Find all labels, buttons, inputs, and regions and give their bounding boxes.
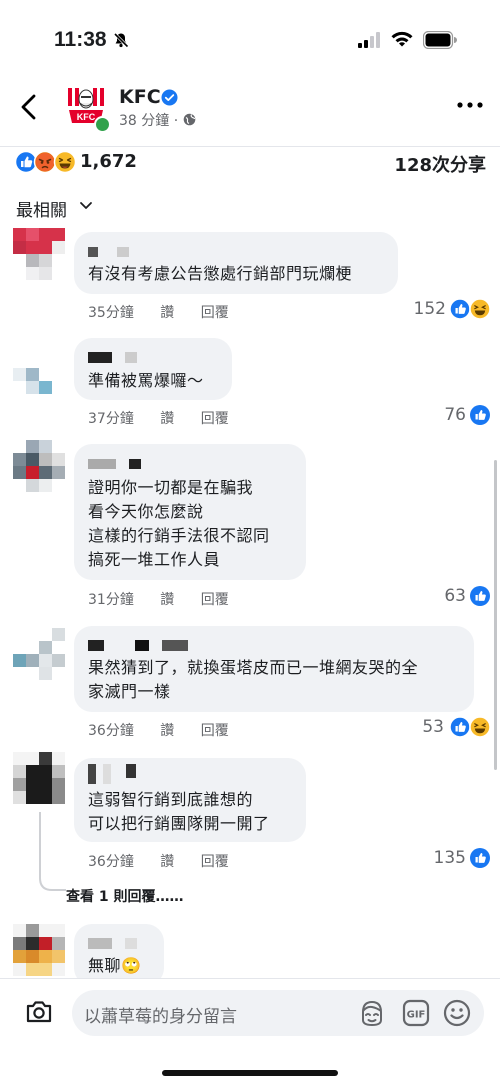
svg-text:KFC: KFC <box>77 112 96 122</box>
verified-badge-icon <box>161 89 178 106</box>
comment-reaction-icons[interactable] <box>449 298 493 320</box>
comment-time: 36分鐘 <box>88 854 134 870</box>
avatar[interactable] <box>13 924 65 976</box>
comment-reaction-count[interactable]: 135 <box>434 848 466 868</box>
page-name[interactable]: KFC <box>119 86 161 108</box>
like-reaction-icon <box>14 150 38 174</box>
commenter-name[interactable] <box>88 454 148 469</box>
avatar-sticker-icon[interactable] <box>357 998 387 1028</box>
avatar[interactable] <box>13 342 65 394</box>
comment-text: 無聊🙄 <box>88 956 142 975</box>
comment-time: 35分鐘 <box>88 305 134 321</box>
like-button[interactable]: 讚 <box>160 854 174 870</box>
comment-text: 準備被罵爆囉～ <box>88 371 204 390</box>
comment-bubble[interactable]: 這弱智行銷到底誰想的 可以把行銷團隊開一開了 <box>74 758 306 842</box>
commenter-name[interactable] <box>88 348 148 363</box>
comment-bubble[interactable]: 無聊🙄 <box>74 924 164 986</box>
reply-button[interactable]: 回覆 <box>201 723 229 739</box>
reply-button[interactable]: 回覆 <box>201 854 229 870</box>
header-divider <box>0 146 500 147</box>
comment-time: 31分鐘 <box>88 592 134 608</box>
angry-reaction-icon <box>33 150 57 174</box>
back-arrow-icon[interactable] <box>18 93 40 121</box>
chevron-down-icon[interactable] <box>79 201 93 211</box>
like-button[interactable]: 讚 <box>160 305 174 321</box>
wifi-icon <box>391 31 413 47</box>
commenter-name[interactable] <box>88 934 148 949</box>
comment-bubble[interactable]: 證明你一切都是在騙我 看今天你怎麼說 這樣的行銷手法很不認同 搞死一堆工作人員 <box>74 444 306 580</box>
comment-time: 37分鐘 <box>88 411 134 427</box>
reply-button[interactable]: 回覆 <box>201 305 229 321</box>
comment-bubble[interactable]: 準備被罵爆囉～ <box>74 338 232 400</box>
home-indicator[interactable] <box>162 1070 338 1076</box>
avatar[interactable] <box>13 440 65 492</box>
share-count[interactable]: 128次分享 <box>394 151 486 177</box>
comment-actions: 36分鐘 讚 回覆 <box>88 851 251 871</box>
battery-icon <box>423 31 457 49</box>
reaction-icons[interactable] <box>14 150 78 174</box>
post-age: 38 分鐘 · <box>119 113 179 129</box>
comment-text: 這弱智行銷到底誰想的 可以把行銷團隊開一開了 <box>88 790 270 833</box>
online-status-dot <box>94 116 111 133</box>
gif-icon[interactable]: GIF <box>401 998 431 1028</box>
comment-text: 證明你一切都是在騙我 看今天你怎麼說 這樣的行銷手法很不認同 搞死一堆工作人員 <box>88 478 270 569</box>
sort-dropdown[interactable]: 最相關 <box>16 196 67 221</box>
reply-button[interactable]: 回覆 <box>201 411 229 427</box>
commenter-name[interactable] <box>88 636 198 651</box>
like-button[interactable]: 讚 <box>160 411 174 427</box>
comment-reaction-icons[interactable] <box>449 716 493 738</box>
like-reaction-icon[interactable] <box>469 404 491 426</box>
comment-actions: 35分鐘 讚 回覆 <box>88 302 251 322</box>
comment-actions: 31分鐘 讚 回覆 <box>88 589 251 609</box>
svg-text:GIF: GIF <box>407 1010 426 1021</box>
comment-actions: 37分鐘 讚 回覆 <box>88 408 251 428</box>
like-button[interactable]: 讚 <box>160 592 174 608</box>
comment-bubble[interactable]: 有沒有考慮公告懲處行銷部門玩爛梗 <box>74 232 398 294</box>
camera-icon[interactable] <box>24 997 54 1027</box>
more-options-icon[interactable] <box>456 97 484 113</box>
comment-reaction-count[interactable]: 76 <box>444 405 466 425</box>
emoji-icon[interactable] <box>442 998 472 1028</box>
avatar[interactable] <box>13 228 65 280</box>
reaction-count[interactable]: 1,672 <box>80 151 137 172</box>
reply-thread-line <box>39 812 66 891</box>
like-reaction-icon[interactable] <box>469 847 491 869</box>
comment-actions: 36分鐘 讚 回覆 <box>88 720 251 740</box>
like-button[interactable]: 讚 <box>160 723 174 739</box>
post-meta: 38 分鐘 · <box>119 110 196 130</box>
comment-time: 36分鐘 <box>88 723 134 739</box>
globe-icon <box>183 113 195 126</box>
scrollbar[interactable] <box>494 460 497 770</box>
commenter-name[interactable] <box>88 764 148 786</box>
commenter-name[interactable] <box>88 242 138 257</box>
comment-text: 有沒有考慮公告懲處行銷部門玩爛梗 <box>88 264 353 283</box>
avatar[interactable] <box>13 752 65 804</box>
comment-text: 果然猜到了，就換蛋塔皮而已一堆網友哭的全 家滅門一樣 <box>88 658 419 701</box>
comment-bubble[interactable]: 果然猜到了，就換蛋塔皮而已一堆網友哭的全 家滅門一樣 <box>74 626 474 712</box>
cellular-signal-icon <box>358 32 380 48</box>
reply-button[interactable]: 回覆 <box>201 592 229 608</box>
comment-reaction-count[interactable]: 152 <box>414 299 446 319</box>
comment-reaction-count[interactable]: 63 <box>444 586 466 606</box>
status-time: 11:38 <box>54 28 107 51</box>
haha-reaction-icon <box>53 150 77 174</box>
mute-bell-icon <box>113 32 129 48</box>
comment-reaction-count[interactable]: 53 <box>422 717 444 737</box>
view-replies-link[interactable]: 查看 1 則回覆…… <box>66 886 184 906</box>
comment-input-placeholder[interactable]: 以蕭草莓的身分留言 <box>84 1002 237 1027</box>
avatar[interactable] <box>13 628 65 680</box>
like-reaction-icon[interactable] <box>469 585 491 607</box>
